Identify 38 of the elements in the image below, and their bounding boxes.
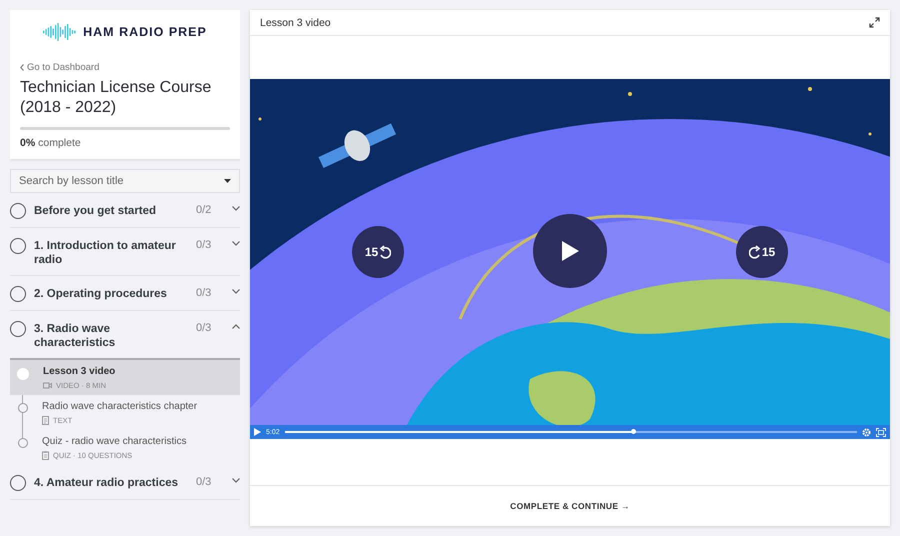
fullscreen-icon[interactable] [876,428,886,436]
status-dot-icon [18,403,28,413]
status-circle-icon [10,286,26,302]
status-circle-icon [10,475,26,491]
course-title: Technician License Course (2018 - 2022) [20,78,212,118]
settings-icon[interactable] [862,428,871,436]
chevron-up-icon [232,324,240,329]
rewind-arrow-icon [379,245,392,259]
expand-icon[interactable] [869,17,880,28]
sound-wave-icon [43,22,78,42]
document-icon [42,416,49,425]
dashboard-link[interactable]: Go to Dashboard [27,62,100,73]
caret-down-icon [224,179,231,183]
search-field[interactable]: Search by lesson title [19,175,199,187]
clipboard-icon [42,451,49,460]
course-section[interactable]: Before you get started 0/2 [10,193,240,228]
chevron-down-icon [232,241,240,246]
course-section[interactable]: 2. Operating procedures 0/3 [10,276,240,311]
chevron-down-icon [232,478,240,483]
forward-arrow-icon [748,245,761,259]
status-circle-icon [10,321,26,337]
status-dot-icon [17,368,29,380]
logo-text: HAM RADIO PREP [83,25,207,39]
play-icon[interactable] [254,428,261,436]
course-section[interactable]: 1. Introduction to amateur radio 0/3 [10,228,240,276]
progress-label: 0% complete [20,137,82,149]
complete-continue-button[interactable]: COMPLETE & CONTINUE → [504,497,636,515]
status-dot-icon [18,438,28,448]
course-section[interactable]: 4. Amateur radio practices 0/3 [10,465,240,500]
play-triangle-icon [560,240,580,262]
status-circle-icon [10,238,26,254]
lesson-search-dropdown[interactable]: Search by lesson title [10,169,240,193]
chevron-down-icon [232,289,240,294]
lesson-title: Lesson 3 video [260,16,331,28]
chevron-left-icon [20,64,24,71]
status-circle-icon [10,203,26,219]
chevron-down-icon [232,206,240,211]
video-camera-icon [43,382,52,389]
